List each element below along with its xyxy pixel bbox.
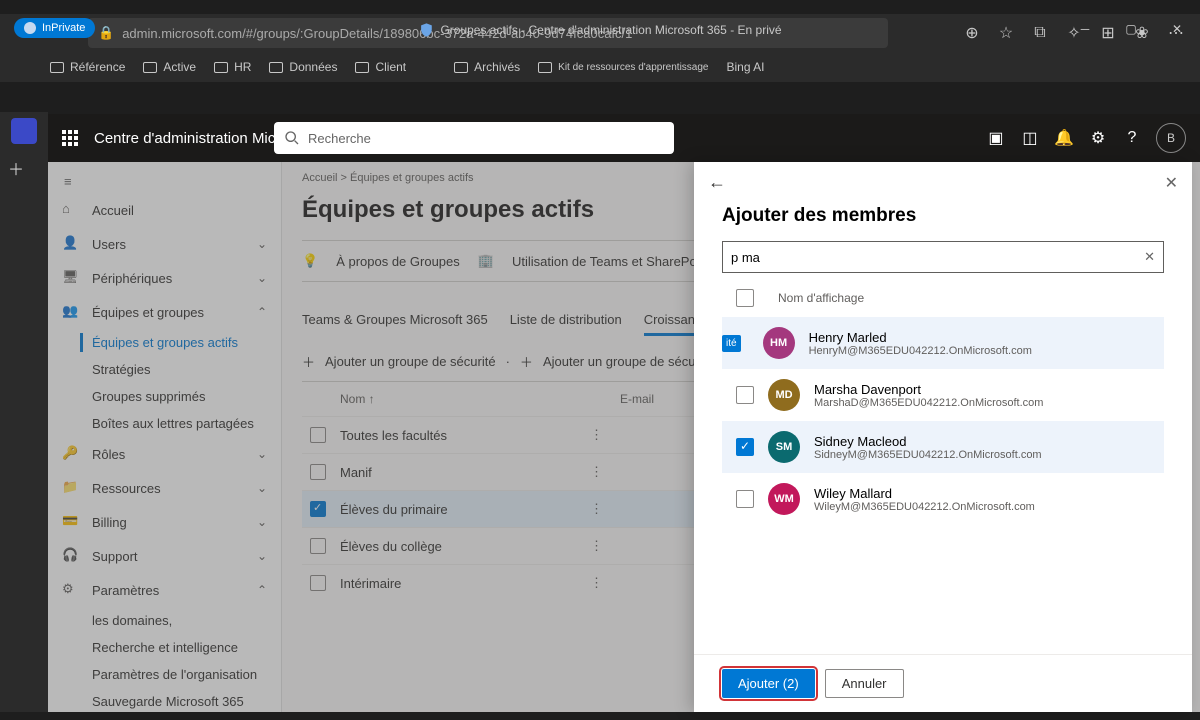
- bookmark-item[interactable]: HR: [214, 60, 251, 74]
- app-logo[interactable]: [11, 118, 37, 144]
- result-name: Marsha Davenport: [814, 382, 1043, 397]
- ite-badge: ité: [722, 335, 741, 352]
- lock-icon: 🔒: [98, 25, 114, 41]
- bookmark-item[interactable]: Référence: [50, 60, 125, 74]
- result-name: Wiley Mallard: [814, 486, 1035, 501]
- avatar: HM: [763, 327, 795, 359]
- bookmark-item[interactable]: Active: [143, 60, 196, 74]
- help-icon[interactable]: ?: [1122, 128, 1142, 148]
- favorite-icon[interactable]: ☆: [990, 17, 1022, 49]
- member-search-input[interactable]: ✕: [722, 241, 1164, 273]
- result-email: HenryM@M365EDU042212.OnMicrosoft.com: [809, 345, 1032, 357]
- avatar: SM: [768, 431, 800, 463]
- result-checkbox[interactable]: [736, 438, 754, 456]
- global-search[interactable]: Recherche: [274, 122, 674, 154]
- result-email: MarshaD@M365EDU042212.OnMicrosoft.com: [814, 397, 1043, 409]
- avatar: WM: [768, 483, 800, 515]
- result-name: Sidney Macleod: [814, 434, 1042, 449]
- notifications-icon[interactable]: 🔔: [1054, 128, 1074, 148]
- window-controls: ─ ▢ ✕: [1062, 14, 1200, 44]
- panel-back-button[interactable]: ←: [708, 172, 726, 193]
- result-email: SidneyM@M365EDU042212.OnMicrosoft.com: [814, 449, 1042, 461]
- result-email: WileyM@M365EDU042212.OnMicrosoft.com: [814, 501, 1035, 513]
- cancel-button[interactable]: Annuler: [825, 669, 904, 698]
- settings-icon[interactable]: ⚙: [1088, 128, 1108, 148]
- bookmarks-bar: Référence Active HR Données Client Archi…: [0, 52, 1200, 82]
- add-tab-button[interactable]: ＋: [0, 152, 32, 184]
- bookmark-item[interactable]: Données: [269, 60, 337, 74]
- panel-close-button[interactable]: ✕: [1165, 173, 1178, 193]
- result-checkbox[interactable]: [736, 490, 754, 508]
- bookmark-item[interactable]: Bing AI: [726, 60, 764, 74]
- result-row[interactable]: MD Marsha Davenport MarshaD@M365EDU04221…: [722, 369, 1164, 421]
- avatar[interactable]: B: [1156, 123, 1186, 153]
- folder-icon: [50, 62, 64, 73]
- zoom-icon[interactable]: ⊕: [956, 17, 988, 49]
- col-display-name[interactable]: Nom d'affichage: [778, 291, 864, 305]
- panel-title: Ajouter des membres: [694, 203, 1192, 241]
- select-all-checkbox[interactable]: [736, 289, 754, 307]
- bookmark-item[interactable]: Archivés: [454, 60, 520, 74]
- result-row[interactable]: SM Sidney Macleod SidneyM@M365EDU042212.…: [722, 421, 1164, 473]
- app-launcher-icon[interactable]: [62, 130, 78, 146]
- maximize-button[interactable]: ▢: [1108, 14, 1154, 44]
- shield-icon: [418, 22, 434, 38]
- results-header: Nom d'affichage: [722, 273, 1164, 317]
- bookmark-item[interactable]: Kit de ressources d'apprentissage: [538, 62, 708, 73]
- app-header: Centre d'administration Microsoft 365 Re…: [48, 114, 1200, 162]
- search-placeholder: Recherche: [308, 131, 371, 146]
- clear-icon[interactable]: ✕: [1144, 249, 1155, 265]
- result-name: Henry Marled: [809, 330, 1032, 345]
- header-icon[interactable]: ▣: [986, 128, 1006, 148]
- close-button[interactable]: ✕: [1154, 14, 1200, 44]
- minimize-button[interactable]: ─: [1062, 14, 1108, 44]
- add-button[interactable]: Ajouter (2): [722, 669, 815, 698]
- add-members-panel: ← ✕ Ajouter des membres ✕ Nom d'affichag…: [694, 162, 1192, 712]
- tab-title: Groupes actifs - Centre d'administration…: [418, 22, 781, 38]
- result-row[interactable]: ité HM Henry Marled HenryM@M365EDU042212…: [722, 317, 1164, 369]
- member-search-field[interactable]: [731, 250, 1144, 265]
- collections-icon[interactable]: ⧉: [1024, 17, 1056, 49]
- result-row[interactable]: WM Wiley Mallard WileyM@M365EDU042212.On…: [722, 473, 1164, 525]
- avatar: MD: [768, 379, 800, 411]
- inprivate-badge: InPrivate: [14, 18, 95, 38]
- bookmark-item[interactable]: Client: [355, 60, 406, 74]
- header-icon[interactable]: ◫: [1020, 128, 1040, 148]
- result-checkbox[interactable]: [736, 386, 754, 404]
- search-icon: [284, 130, 300, 146]
